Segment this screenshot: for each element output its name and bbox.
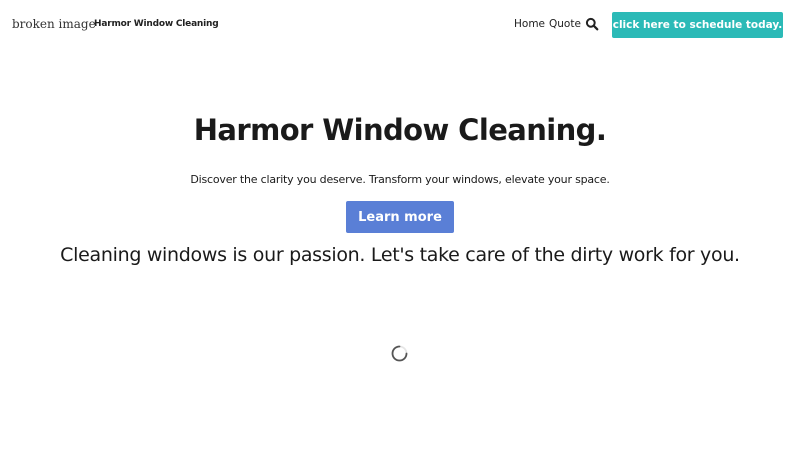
- spinner-icon: [390, 344, 409, 363]
- hero-title: Harmor Window Cleaning.: [193, 113, 607, 147]
- search-icon[interactable]: [585, 17, 599, 31]
- site-header: broken image Harmor Window Cleaning Home…: [0, 0, 800, 50]
- nav-quote-link[interactable]: Quote: [549, 18, 581, 30]
- hero-tagline: Cleaning windows is our passion. Let's t…: [60, 244, 740, 266]
- nav-home-link[interactable]: Home: [514, 18, 545, 30]
- hero-subtitle: Discover the clarity you deserve. Transf…: [190, 173, 610, 186]
- logo-image-alt[interactable]: broken image: [12, 17, 96, 31]
- learn-more-button[interactable]: Learn more: [346, 201, 454, 233]
- brand-name[interactable]: Harmor Window Cleaning: [94, 19, 219, 29]
- schedule-button[interactable]: click here to schedule today.: [612, 12, 783, 38]
